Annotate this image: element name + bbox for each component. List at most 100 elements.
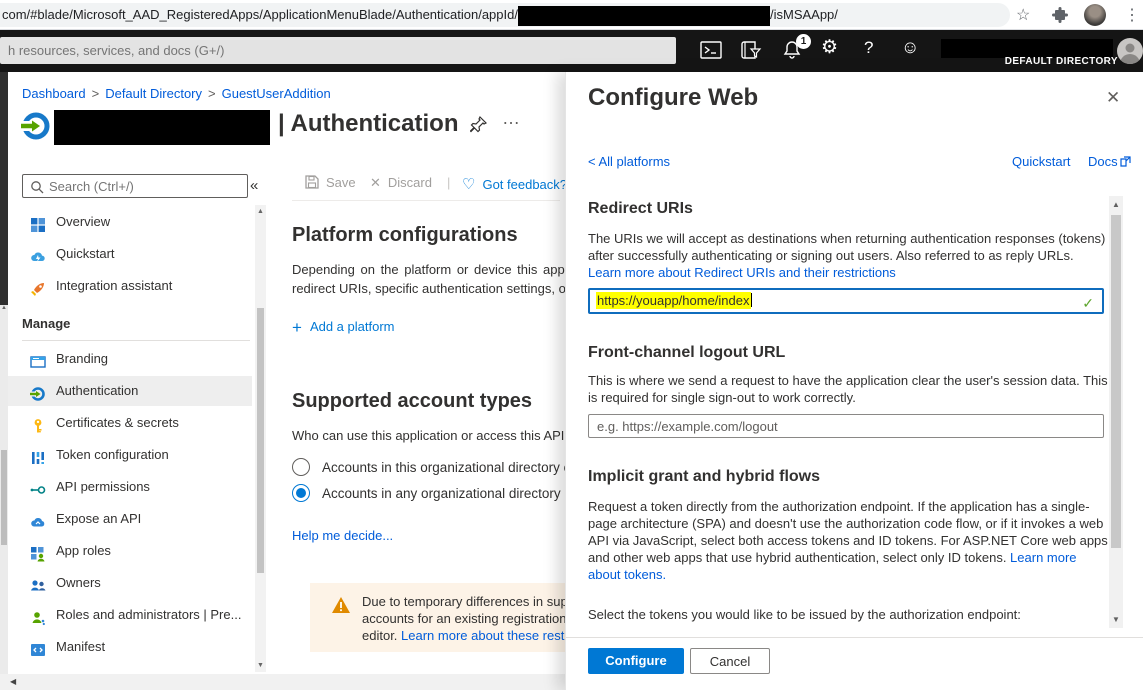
address-bar[interactable]: com/#blade/Microsoft_AAD_RegisteredApps/… [0,3,1010,27]
scroll-down-icon[interactable]: ▼ [255,662,266,669]
text-cursor [751,293,752,307]
sidebar-collapse-chevrons[interactable]: « [250,177,258,194]
redacted-app-id [518,6,770,26]
sidebar-item-authentication[interactable]: Authentication [8,376,252,406]
sidebar-scrollbar[interactable]: ▲ ▼ [255,205,266,672]
sidebar-item-label: API permissions [56,472,150,502]
scroll-down-icon[interactable]: ▼ [1109,615,1123,624]
search-icon [30,180,44,194]
logout-url-input[interactable] [588,414,1104,438]
extensions-puzzle-icon[interactable] [1052,7,1068,28]
sidebar-item-label: Integration assistant [56,271,172,301]
sidebar-item-branding[interactable]: Branding [8,344,252,374]
notifications-bell-icon[interactable]: 1 [782,40,802,65]
sidebar-item-label: Authentication [56,376,138,406]
scroll-left-icon[interactable]: ◀ [0,677,16,686]
app-roles-icon [30,543,46,559]
app-icon [20,110,52,147]
sidebar-section-manage: Manage [22,316,70,331]
docs-link[interactable]: Docs [1088,154,1131,169]
scroll-up-icon[interactable]: ▲ [1109,200,1123,209]
implicit-grant-heading: Implicit grant and hybrid flows [588,468,820,486]
page-title: | Authentication [278,110,458,138]
page-scrollbar-thumb[interactable] [1,450,7,545]
redirect-uri-value: https://youapp/home/index [596,292,751,309]
sidebar-item-label: Token configuration [56,440,169,470]
panel-scrollbar-thumb[interactable] [1111,215,1121,548]
integration-assistant-icon [30,278,46,294]
save-button[interactable]: Save [305,175,356,190]
sidebar-item-token-configuration[interactable]: Token configuration [8,440,252,470]
directory-filter-icon[interactable] [740,40,762,65]
panel-title: Configure Web [588,84,758,112]
external-link-icon [1120,156,1131,167]
radio-multitenant[interactable] [292,484,310,502]
breadcrumb-dashboard[interactable]: Dashboard [22,86,86,101]
browser-toolbar: com/#blade/Microsoft_AAD_RegisteredApps/… [0,0,1143,30]
quickstart-link[interactable]: Quickstart [1012,154,1071,169]
sidebar-item-integration-assistant[interactable]: Integration assistant [8,271,252,301]
portal-search-input[interactable] [0,37,676,64]
page-scrollbar[interactable]: ▲ [0,305,8,690]
quickstart-icon [30,246,46,262]
horizontal-scrollbar[interactable]: ◀ [0,674,565,690]
certificates-icon [30,415,46,431]
pin-icon[interactable] [470,116,487,138]
bookmark-star-icon[interactable]: ☆ [1016,5,1030,25]
sidebar-item-owners[interactable]: Owners [8,568,252,598]
account-types-question: Who can use this application or access t… [292,426,572,445]
breadcrumb-app[interactable]: GuestUserAddition [222,86,331,101]
select-tokens-text: Select the tokens you would like to be i… [588,606,1108,623]
cancel-button[interactable]: Cancel [690,648,770,674]
sidebar-item-certificates-secrets[interactable]: Certificates & secrets [8,408,252,438]
scroll-up-icon[interactable]: ▲ [0,305,8,311]
account-avatar[interactable] [1117,38,1143,64]
sidebar-item-app-roles[interactable]: App roles [8,536,252,566]
cloud-shell-icon[interactable] [700,40,722,65]
sidebar-item-label: Branding [56,344,108,374]
warning-triangle-icon [332,597,350,613]
scroll-up-icon[interactable]: ▲ [255,208,266,215]
close-icon[interactable]: ✕ [1106,88,1120,108]
branding-icon [30,351,46,367]
sidebar-item-expose-an-api[interactable]: Expose an API [8,504,252,534]
add-platform-button[interactable]: +Add a platform [292,318,394,338]
authentication-icon [30,383,46,399]
all-platforms-back-link[interactable]: < All platforms [588,154,670,169]
redirect-uri-input[interactable]: https://youapp/home/index ✓ [588,288,1104,314]
browser-profile-avatar[interactable] [1084,4,1106,26]
supported-account-types-heading: Supported account types [292,390,532,413]
breadcrumb-directory[interactable]: Default Directory [105,86,202,101]
radio-single-tenant[interactable] [292,458,310,476]
logout-url-desc: This is where we send a request to have … [588,372,1108,406]
sidebar-item-label: Quickstart [56,239,115,269]
sidebar-item-api-permissions[interactable]: API permissions [8,472,252,502]
sidebar-scrollbar-thumb[interactable] [257,308,264,573]
help-icon[interactable]: ? [864,38,873,58]
url-suffix: /isMSAApp/ [770,7,838,22]
sidebar-item-overview[interactable]: Overview [8,207,252,237]
notification-count-badge: 1 [796,34,811,49]
panel-scrollbar[interactable]: ▲ ▼ [1109,196,1123,628]
discard-x-icon: ✕ [370,175,381,190]
configure-web-panel: Configure Web ✕ < All platforms Quicksta… [565,72,1143,690]
sidebar-item-roles-administrators[interactable]: Roles and administrators | Pre... [8,600,252,630]
sidebar-item-label: Roles and administrators | Pre... [56,600,241,630]
got-feedback-button[interactable]: ♡Got feedback? [462,175,567,193]
sidebar-search-box[interactable] [22,174,248,198]
sidebar-item-manifest[interactable]: Manifest [8,632,252,662]
browser-menu-dots-icon[interactable]: ⋮ [1124,5,1140,25]
url-text: com/#blade/Microsoft_AAD_RegisteredApps/… [2,7,518,22]
settings-gear-icon[interactable]: ⚙ [821,36,838,59]
heart-icon: ♡ [462,176,475,193]
discard-button[interactable]: ✕Discard [370,175,432,191]
redacted-app-name [54,110,270,145]
title-more-menu[interactable]: … [502,108,521,129]
feedback-smiley-icon[interactable]: ☺ [901,37,919,58]
sidebar-search-input[interactable] [49,176,244,196]
sidebar-item-quickstart[interactable]: Quickstart [8,239,252,269]
help-me-decide-link[interactable]: Help me decide... [292,528,393,543]
configure-button[interactable]: Configure [588,648,684,674]
token-configuration-icon [30,447,46,463]
redirect-uris-learn-more-link[interactable]: Learn more about Redirect URIs and their… [588,265,896,280]
